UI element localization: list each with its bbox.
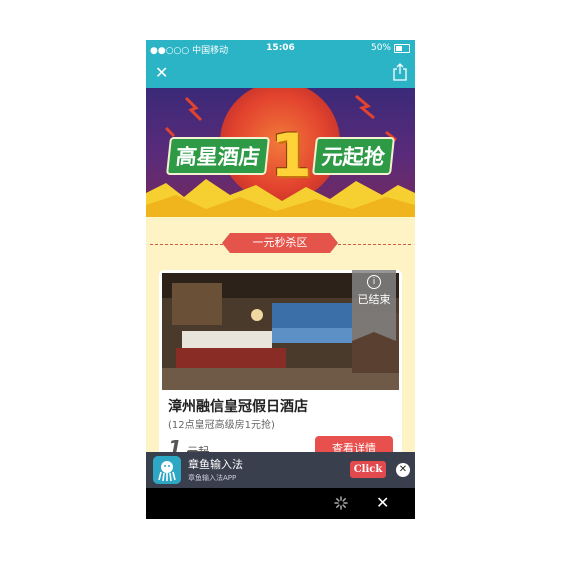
clock-icon: i	[367, 275, 381, 289]
share-icon[interactable]	[393, 63, 407, 85]
divider-right	[333, 244, 411, 245]
promo-banner: 高星酒店 1 元起抢	[146, 88, 415, 223]
mountain-graphic	[146, 179, 415, 223]
ad-close-icon[interactable]: ✕	[396, 463, 410, 477]
hotel-name: 漳州融信皇冠假日酒店	[168, 399, 308, 415]
bottom-bar: ✕	[146, 488, 415, 519]
battery-indicator: 50%	[371, 43, 410, 53]
section-title-row: 一元秒杀区	[146, 233, 415, 255]
section-ribbon: 一元秒杀区	[222, 233, 338, 253]
ended-label: 已结束	[357, 293, 391, 306]
battery-icon	[394, 43, 410, 53]
bottom-close-icon[interactable]: ✕	[376, 493, 389, 512]
status-bar: ●●○○○ 中国移动 15:06 50%	[146, 40, 415, 58]
nav-bar: ✕	[146, 58, 415, 88]
hotel-subtitle: (12点皇冠高级房1元抢)	[168, 420, 275, 431]
close-icon[interactable]: ✕	[155, 63, 168, 83]
banner-title-left: 高星酒店	[166, 137, 271, 175]
ended-badge: i 已结束	[352, 270, 396, 341]
loading-spinner-icon	[334, 496, 348, 510]
battery-percent: 50%	[370, 43, 391, 53]
ad-click-button[interactable]: Click	[350, 461, 386, 478]
phone-screen: ●●○○○ 中国移动 15:06 50% ✕ 高星酒店 1 元起抢 一元秒杀区 …	[146, 40, 415, 519]
octopus-app-icon	[153, 456, 181, 484]
ad-banner[interactable]: 章鱼输入法 章鱼输入法APP Click ✕	[146, 452, 415, 488]
ad-subtitle: 章鱼输入法APP	[188, 474, 237, 482]
divider-left	[150, 244, 228, 245]
banner-title-right: 元起抢	[311, 137, 395, 175]
ad-title: 章鱼输入法	[188, 458, 243, 471]
